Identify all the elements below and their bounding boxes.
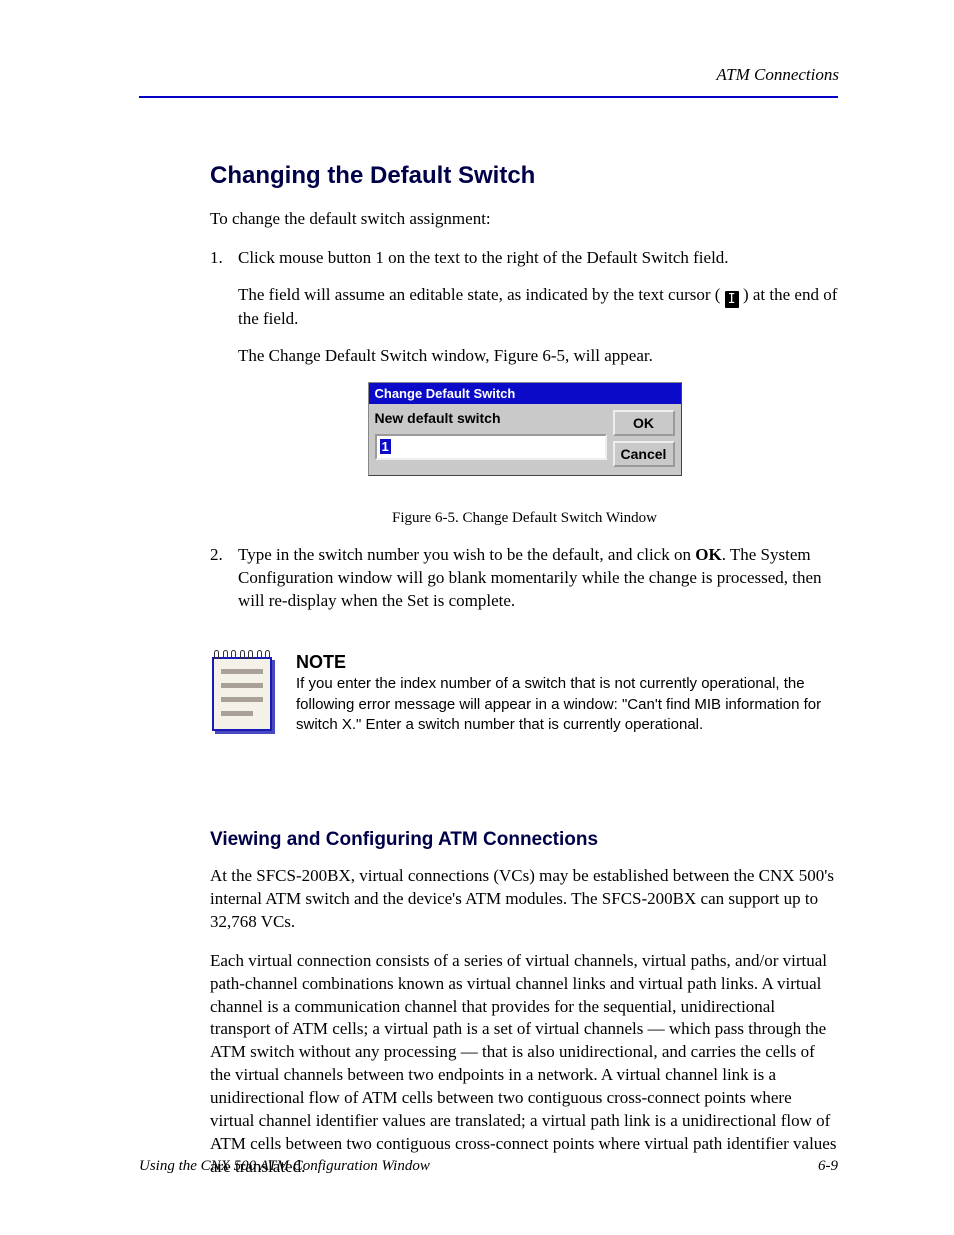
- footer-left: Using the CNX 500 ATM Configuration Wind…: [139, 1158, 430, 1175]
- change-default-switch-dialog: Change Default Switch New default switch…: [368, 382, 682, 476]
- note-body: NOTE If you enter the index number of a …: [296, 650, 839, 735]
- step-number: 1.: [210, 247, 238, 270]
- new-default-switch-input[interactable]: 1: [375, 434, 607, 460]
- ok-button[interactable]: OK: [613, 410, 675, 436]
- step-number: 2.: [210, 544, 238, 613]
- cancel-button[interactable]: Cancel: [613, 441, 675, 467]
- step-1-note: The field will assume an editable state,…: [238, 284, 839, 331]
- footer-page-number: 6-9: [818, 1158, 838, 1175]
- new-default-switch-value: 1: [380, 439, 391, 454]
- note-label: NOTE: [296, 652, 346, 672]
- header-rule: [139, 96, 838, 98]
- dialog-titlebar: Change Default Switch: [369, 383, 681, 404]
- subsection-para-2: Each virtual connection consists of a se…: [210, 950, 839, 1179]
- subsection-heading: Viewing and Configuring ATM Connections: [210, 829, 839, 851]
- header-section-title: ATM Connections: [716, 65, 839, 85]
- step-2-text: Type in the switch number you wish to be…: [238, 544, 839, 613]
- step-1-figure-ref: The Change Default Switch window, Figure…: [238, 345, 839, 368]
- intro-paragraph: To change the default switch assignment:: [210, 208, 839, 231]
- step-1-text: Click mouse button 1 on the text to the …: [238, 247, 839, 270]
- figure-caption: Figure 6-5. Change Default Switch Window: [210, 508, 839, 528]
- note-icon: [212, 650, 272, 731]
- text-cursor-icon: I: [725, 291, 739, 308]
- subsection-para-1: At the SFCS-200BX, virtual connections (…: [210, 865, 839, 934]
- section-heading: Changing the Default Switch: [210, 162, 839, 190]
- dialog-field-label: New default switch: [375, 410, 607, 426]
